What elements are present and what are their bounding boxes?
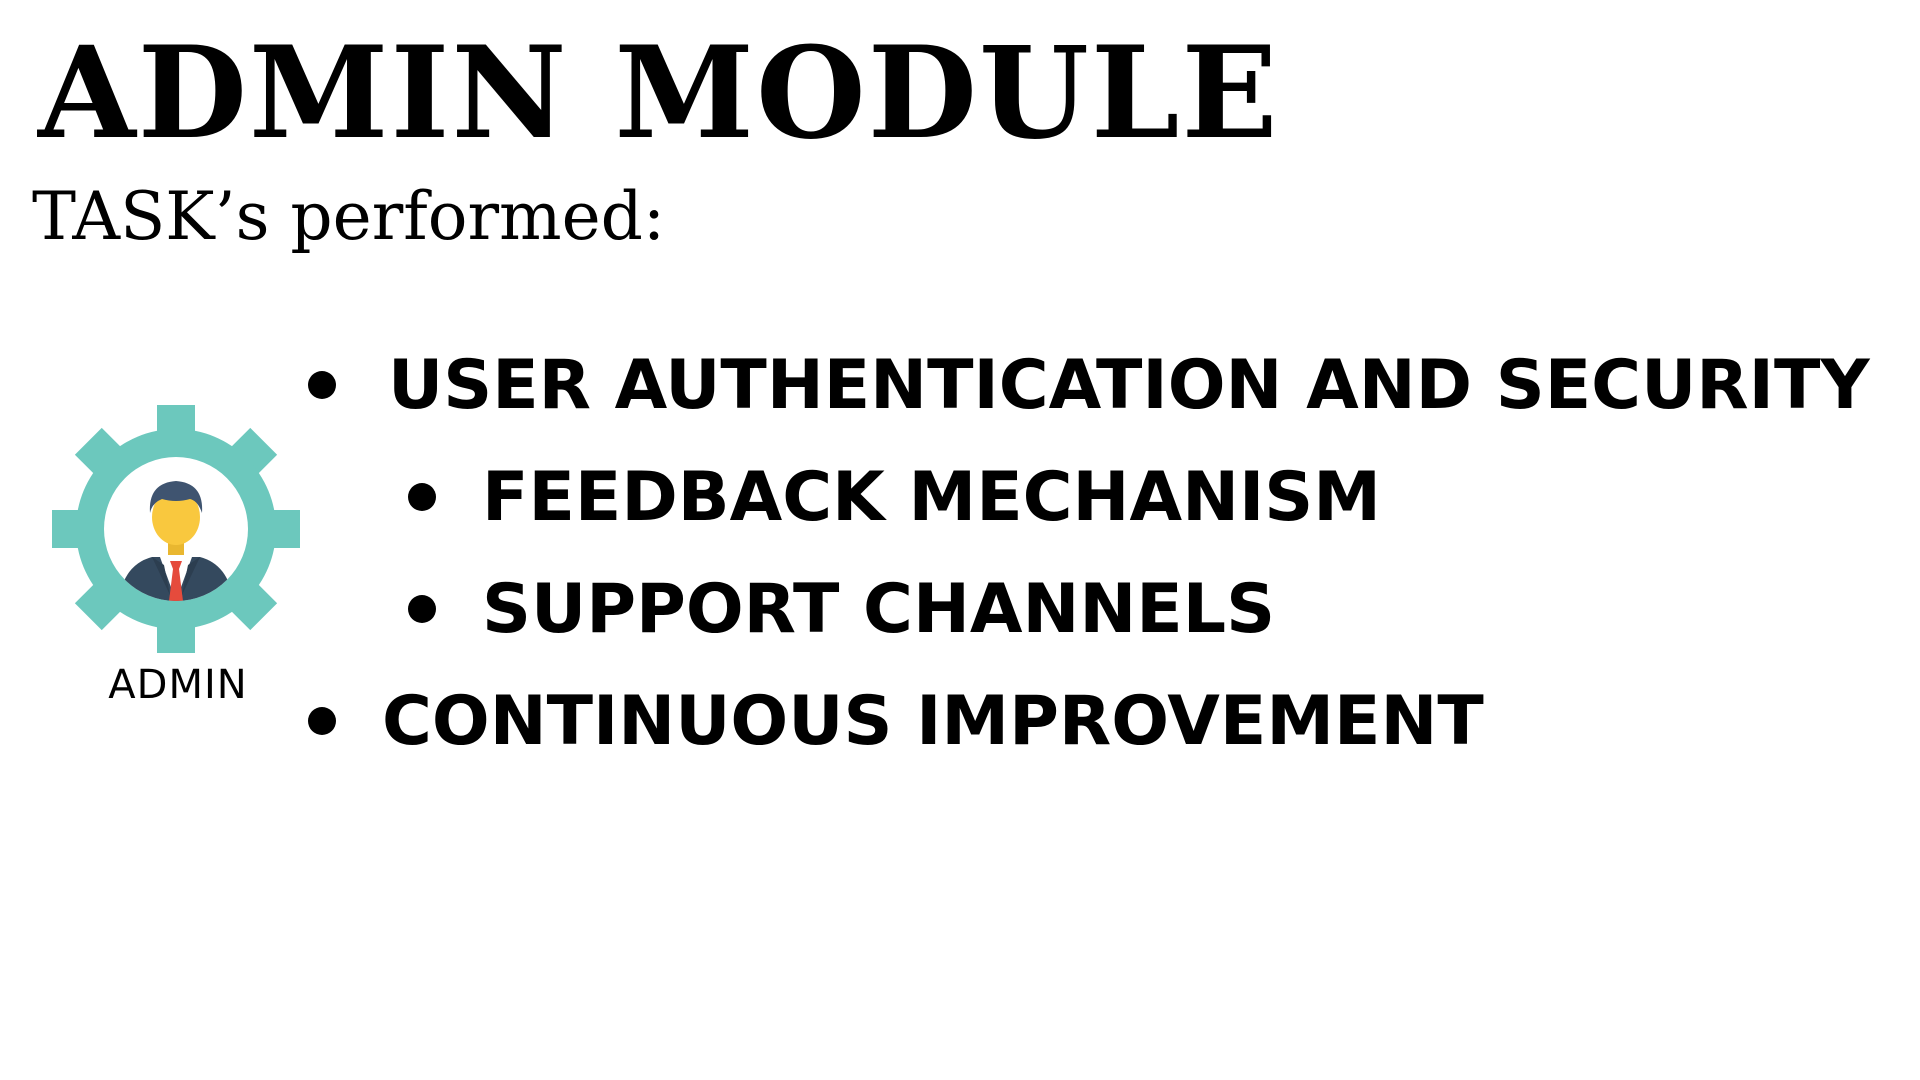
task-label: SUPPORT CHANNELS (482, 569, 1276, 649)
bullet-icon (408, 595, 436, 623)
task-list: USER AUTHENTICATION AND SECURITY FEEDBAC… (0, 0, 1920, 1080)
task-label: CONTINUOUS IMPROVEMENT (382, 681, 1484, 761)
bullet-icon (308, 371, 336, 399)
bullet-icon (408, 483, 436, 511)
list-item: USER AUTHENTICATION AND SECURITY (308, 330, 1870, 440)
list-item: CONTINUOUS IMPROVEMENT (308, 666, 1484, 776)
list-item: FEEDBACK MECHANISM (408, 442, 1381, 552)
bullet-icon (308, 707, 336, 735)
slide: ADMIN MODULE TASK’s performed: ADMIN USE… (0, 0, 1920, 1080)
task-label: FEEDBACK MECHANISM (482, 457, 1381, 537)
task-label: USER AUTHENTICATION AND SECURITY (388, 345, 1870, 425)
list-item: SUPPORT CHANNELS (408, 554, 1275, 664)
